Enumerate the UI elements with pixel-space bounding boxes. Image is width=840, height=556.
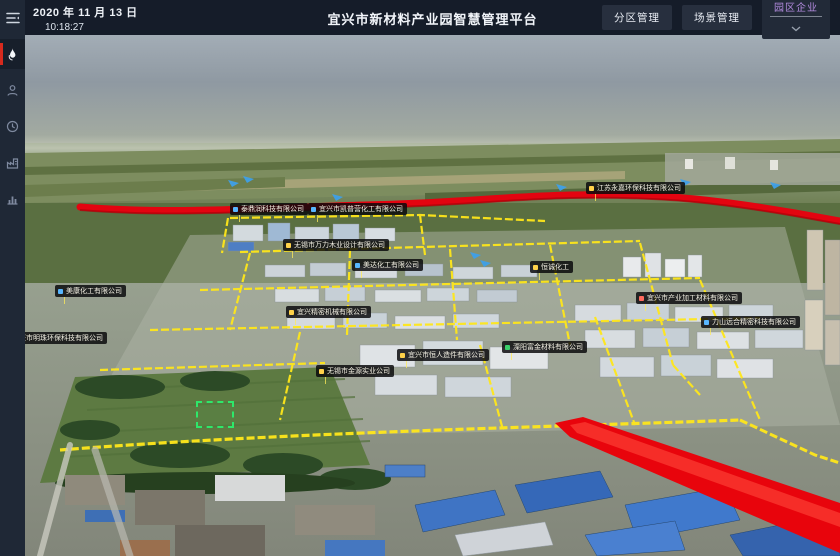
time-text: 10:18:27 [45, 22, 138, 33]
company-icon [311, 207, 316, 212]
company-icon [233, 207, 238, 212]
chevron-down-icon [791, 19, 801, 37]
company-label[interactable]: 恒诚化工 [530, 261, 573, 273]
company-label[interactable]: 宜兴市产业加工材料有限公司 [636, 292, 742, 304]
company-icon [704, 320, 709, 325]
bar-chart-icon [6, 192, 19, 205]
user-icon [6, 84, 19, 97]
company-icon [58, 289, 63, 294]
company-label[interactable]: 宜兴市凯普营化工有限公司 [308, 203, 407, 215]
flame-icon [6, 47, 19, 61]
datetime-display: 2020 年 11 月 13 日 10:18:27 [33, 4, 138, 33]
company-icon [400, 353, 405, 358]
company-label[interactable]: 江苏永嘉环保科技有限公司 [586, 182, 685, 194]
company-name: 宜兴市明珠环保科技有限公司 [25, 333, 103, 344]
company-icon [355, 263, 360, 268]
company-name: 宜兴市凯普营化工有限公司 [319, 204, 403, 215]
company-icon [319, 369, 324, 374]
company-name: 无锡市金源实业公司 [327, 366, 390, 377]
company-icon [533, 265, 538, 270]
park-enterprise-dropdown[interactable]: 园区企业 [762, 0, 830, 39]
company-name: 溧阳富金材料有限公司 [513, 342, 583, 353]
gauge-icon [6, 120, 19, 133]
app-window: 2020 年 11 月 13 日 10:18:27 宜兴市新材料产业园智慧管理平… [0, 0, 840, 556]
company-icon [505, 345, 510, 350]
map-viewport[interactable]: 泰鼎润科技有限公司 宜兴市凯普营化工有限公司 无锡市万力木业设计有限公司 美达化… [25, 35, 840, 556]
company-icon [589, 186, 594, 191]
company-label[interactable]: 宜兴市明珠环保科技有限公司 [25, 332, 107, 344]
company-icon [289, 310, 294, 315]
company-name: 力山远合精密科技有限公司 [712, 317, 796, 328]
company-icon [639, 296, 644, 301]
date-text: 2020 年 11 月 13 日 [33, 4, 138, 20]
company-label[interactable]: 力山远合精密科技有限公司 [701, 316, 800, 328]
company-name: 宜兴市恒人造件有限公司 [408, 350, 485, 361]
factory-icon [6, 156, 20, 169]
company-label[interactable]: 宜兴市恒人造件有限公司 [397, 349, 489, 361]
left-sidebar [0, 0, 25, 556]
page-title: 宜兴市新材料产业园智慧管理平台 [327, 9, 537, 28]
top-bar: 2020 年 11 月 13 日 10:18:27 宜兴市新材料产业园智慧管理平… [25, 0, 840, 35]
scene-management-button[interactable]: 场景管理 [682, 5, 752, 30]
sidebar-item-enterprise[interactable] [0, 147, 25, 177]
company-label[interactable]: 无锡市金源实业公司 [316, 365, 394, 377]
company-label[interactable]: 美康化工有限公司 [55, 285, 126, 297]
company-name: 泰鼎润科技有限公司 [241, 204, 304, 215]
company-name: 美达化工有限公司 [363, 260, 419, 271]
company-name: 无锡市万力木业设计有限公司 [294, 240, 385, 251]
dropdown-label: 园区企业 [770, 0, 822, 17]
company-name: 宜兴市产业加工材料有限公司 [647, 293, 738, 304]
farm-fields [25, 139, 840, 203]
company-name: 恒诚化工 [541, 262, 569, 273]
zone-management-button[interactable]: 分区管理 [602, 5, 672, 30]
sidebar-item-statistics[interactable] [0, 183, 25, 213]
company-label[interactable]: 溧阳富金材料有限公司 [502, 341, 587, 353]
company-label[interactable]: 泰鼎润科技有限公司 [230, 203, 308, 215]
company-name: 江苏永嘉环保科技有限公司 [597, 183, 681, 194]
sidebar-item-fire-monitoring[interactable] [0, 39, 25, 69]
sidebar-item-personnel[interactable] [0, 75, 25, 105]
map-selection-box [196, 401, 234, 428]
company-icon [286, 243, 291, 248]
company-name: 宜兴精密机械有限公司 [297, 307, 367, 318]
company-name: 美康化工有限公司 [66, 286, 122, 297]
company-label[interactable]: 宜兴精密机械有限公司 [286, 306, 371, 318]
menu-fold-icon [6, 12, 20, 24]
sidebar-item-realtime-monitor[interactable] [0, 111, 25, 141]
company-label[interactable]: 无锡市万力木业设计有限公司 [283, 239, 389, 251]
sidebar-menu-toggle[interactable] [0, 3, 25, 33]
company-label[interactable]: 美达化工有限公司 [352, 259, 423, 271]
topbar-actions: 分区管理 场景管理 园区企业 [602, 0, 830, 35]
